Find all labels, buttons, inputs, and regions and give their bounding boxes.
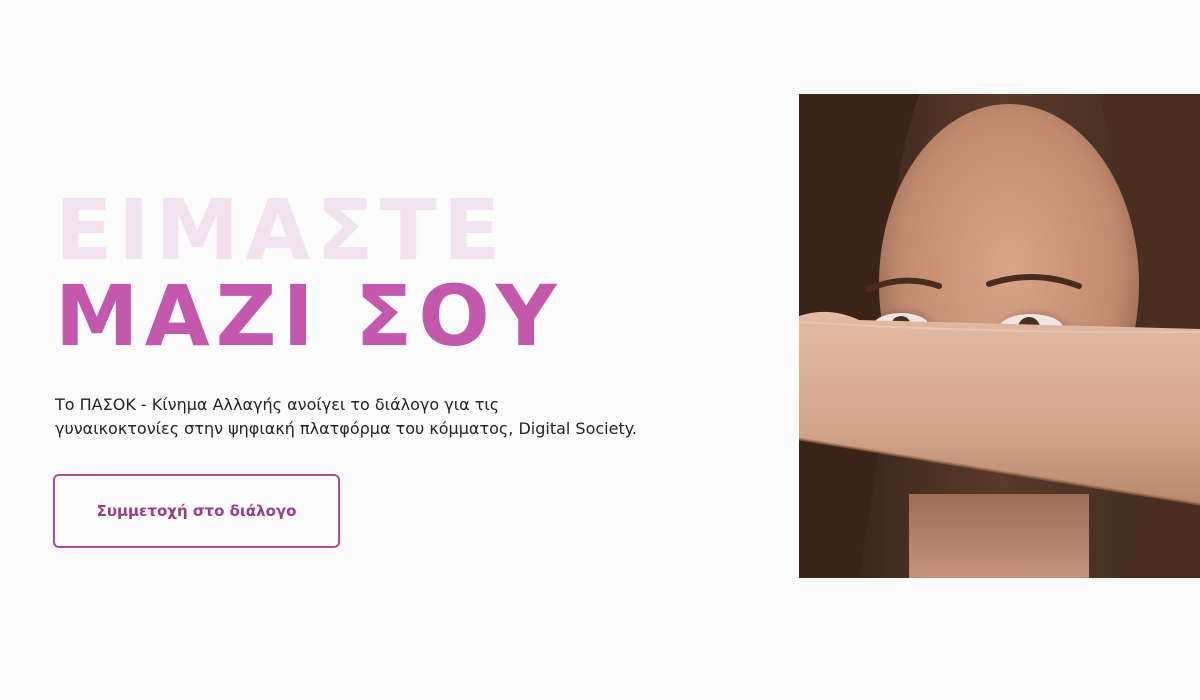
hero-description: Το ΠΑΣΟΚ - Κίνημα Αλλαγής ανοίγει το διά…	[55, 393, 745, 441]
landing-page: ΕΙΜΑΣΤΕ ΜΑΖΙ ΣΟΥ Το ΠΑΣΟΚ - Κίνημα Αλλαγ…	[0, 0, 1200, 700]
headline-line-1: ΕΙΜΑΣΤΕ	[55, 181, 507, 279]
join-dialogue-button[interactable]: Συμμετοχή στο διάλογο	[53, 474, 340, 548]
woman-covering-mouth-photo-icon	[799, 94, 1200, 578]
description-line-2: γυναικοκτονίες στην ψηφιακή πλατφόρμα το…	[55, 419, 637, 438]
description-line-1: Το ΠΑΣΟΚ - Κίνημα Αλλαγής ανοίγει το διά…	[55, 395, 500, 414]
hero-photo	[799, 94, 1200, 578]
hero-headline: ΕΙΜΑΣΤΕ ΜΑΖΙ ΣΟΥ	[55, 188, 755, 358]
headline-line-2: ΜΑΖΙ ΣΟΥ	[55, 267, 563, 365]
